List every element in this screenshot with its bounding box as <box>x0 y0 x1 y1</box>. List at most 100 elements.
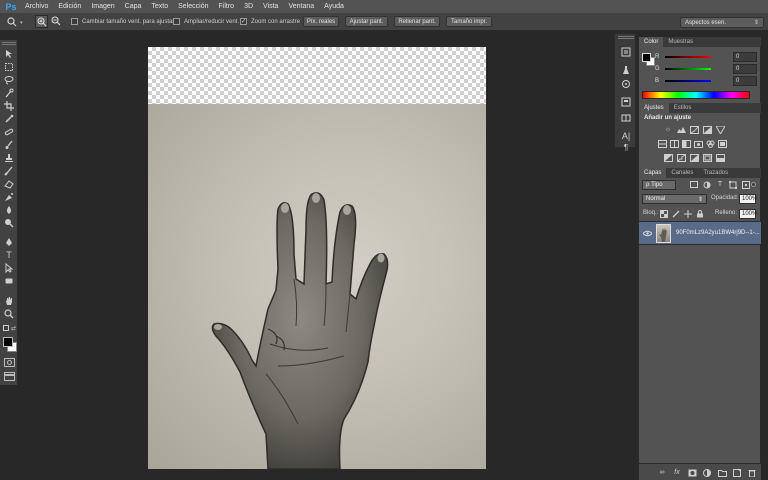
layer-style-icon[interactable]: fx <box>672 468 682 477</box>
tab-layers[interactable]: Capas <box>639 168 667 178</box>
blur-icon[interactable] <box>3 204 15 215</box>
tab-styles[interactable]: Estilos <box>669 103 697 113</box>
zoom-icon[interactable] <box>3 308 15 319</box>
new-layer-icon[interactable] <box>732 468 742 477</box>
zoom-tool-preset-icon[interactable] <box>6 16 18 27</box>
blue-slider-track[interactable] <box>665 80 711 82</box>
lock-transparent-icon[interactable] <box>659 209 669 218</box>
layer-filter-dropdown[interactable]: ρ Tipo <box>642 180 676 190</box>
swap-colors-icon[interactable]: ⇄ <box>11 325 16 332</box>
move-icon[interactable] <box>3 48 15 59</box>
menu-filtro[interactable]: Filtro <box>214 0 240 13</box>
red-slider-track[interactable] <box>665 56 711 58</box>
healing-icon[interactable] <box>3 126 15 137</box>
menu-3d[interactable]: 3D <box>239 0 258 13</box>
threshold-icon[interactable] <box>689 153 699 162</box>
properties-icon[interactable] <box>620 96 632 107</box>
brush-presets-icon[interactable] <box>620 64 632 75</box>
menu-vista[interactable]: Vista <box>258 0 283 13</box>
eye-icon[interactable] <box>642 230 653 237</box>
history-icon[interactable] <box>620 46 632 57</box>
foreground-color-swatch[interactable] <box>3 337 13 347</box>
selective-color-icon[interactable] <box>715 153 725 162</box>
document-canvas[interactable] <box>148 47 486 469</box>
green-value[interactable]: 0 <box>733 64 757 74</box>
menu-archivo[interactable]: Archivo <box>20 0 53 13</box>
quick-mask-icon[interactable] <box>4 358 15 367</box>
layer-name[interactable]: 90F0mLz9A2yu1BW4rj9D--1-... <box>676 230 760 236</box>
exposure-icon[interactable] <box>702 125 712 134</box>
lasso-icon[interactable] <box>3 74 15 85</box>
hand-icon[interactable] <box>3 295 15 306</box>
photo-filter-icon[interactable] <box>693 139 703 148</box>
blue-value[interactable]: 0 <box>733 76 757 86</box>
panel-grip[interactable] <box>2 42 16 45</box>
lock-all-icon[interactable] <box>695 209 705 218</box>
lock-pixels-icon[interactable] <box>671 209 681 218</box>
tab-color[interactable]: Color <box>639 37 664 47</box>
filter-smart-object-icon[interactable] <box>741 180 751 189</box>
eyedropper-icon[interactable] <box>3 113 15 124</box>
gradient-icon[interactable] <box>3 191 15 202</box>
trash-icon[interactable] <box>747 468 757 477</box>
foreground-color-swatch[interactable] <box>642 53 651 62</box>
blue-slider[interactable]: B 0 <box>655 76 757 86</box>
filter-shape-icon[interactable] <box>728 180 738 189</box>
tab-paths[interactable]: Trazados <box>698 168 733 178</box>
link-layers-icon[interactable]: ∞ <box>657 468 667 477</box>
color-lookup-icon[interactable] <box>717 139 727 148</box>
paragraph-icon[interactable]: ¶ <box>620 142 632 153</box>
color-spectrum-bar[interactable] <box>642 91 750 99</box>
gradient-map-icon[interactable] <box>702 153 712 162</box>
pen-icon[interactable] <box>3 236 15 247</box>
tab-adjustments[interactable]: Ajustes <box>639 103 669 113</box>
marquee-icon[interactable] <box>3 61 15 72</box>
new-adjustment-icon[interactable] <box>702 468 712 477</box>
filter-adjustment-icon[interactable] <box>702 180 712 189</box>
zoom-all-checkbox[interactable]: Ampliar/reducir vent. <box>173 16 239 27</box>
menu-ventana[interactable]: Ventana <box>283 0 319 13</box>
filter-pixel-icon[interactable] <box>689 180 699 189</box>
default-colors-icon[interactable] <box>3 325 9 331</box>
clone-stamp-icon[interactable] <box>3 152 15 163</box>
shape-icon[interactable] <box>3 275 15 286</box>
posterize-icon[interactable] <box>676 153 686 162</box>
scrubby-zoom-checkbox[interactable]: ✓ Zoom con arrastre <box>240 16 300 27</box>
brush-icon[interactable] <box>3 139 15 150</box>
lock-position-icon[interactable] <box>683 209 693 218</box>
channel-mixer-icon[interactable] <box>705 139 715 148</box>
chevron-down-icon[interactable]: ▾ <box>20 20 26 26</box>
fit-screen-button[interactable]: Ajustar pant. <box>345 16 388 27</box>
hue-saturation-icon[interactable] <box>657 139 667 148</box>
fill-screen-button[interactable]: Rellenar pant. <box>394 16 440 27</box>
screen-mode-icon[interactable] <box>4 372 15 381</box>
menu-texto[interactable]: Texto <box>146 0 173 13</box>
quick-select-icon[interactable] <box>3 87 15 98</box>
menu-capa[interactable]: Capa <box>120 0 147 13</box>
red-slider[interactable]: R 0 <box>655 52 757 62</box>
panel-grip[interactable] <box>618 36 634 39</box>
info-icon[interactable] <box>620 112 632 123</box>
history-brush-icon[interactable] <box>3 165 15 176</box>
black-white-icon[interactable] <box>681 139 691 148</box>
add-mask-icon[interactable] <box>687 468 697 477</box>
menu-imagen[interactable]: Imagen <box>86 0 119 13</box>
zoom-out-icon[interactable] <box>50 15 63 28</box>
actual-pixels-button[interactable]: Píx. reales <box>303 16 339 27</box>
vibrance-icon[interactable] <box>715 125 725 134</box>
type-icon[interactable]: T <box>3 249 15 260</box>
tab-channels[interactable]: Canales <box>666 168 698 178</box>
color-balance-icon[interactable] <box>669 139 679 148</box>
green-slider[interactable]: G 0 <box>655 64 757 74</box>
tab-swatches[interactable]: Muestras <box>663 37 698 47</box>
menu-ayuda[interactable]: Ayuda <box>319 0 349 13</box>
blend-mode-dropdown[interactable]: Normal ⇕ <box>642 194 707 204</box>
new-group-icon[interactable] <box>717 468 727 477</box>
invert-icon[interactable] <box>663 153 673 162</box>
fill-field[interactable]: 100% <box>739 209 757 219</box>
resize-windows-checkbox[interactable]: Cambiar tamaño vent. para ajustar <box>71 16 174 27</box>
print-size-button[interactable]: Tamaño impr. <box>446 16 492 27</box>
green-slider-track[interactable] <box>665 68 711 70</box>
clone-source-icon[interactable] <box>620 78 632 89</box>
levels-icon[interactable] <box>676 125 686 134</box>
